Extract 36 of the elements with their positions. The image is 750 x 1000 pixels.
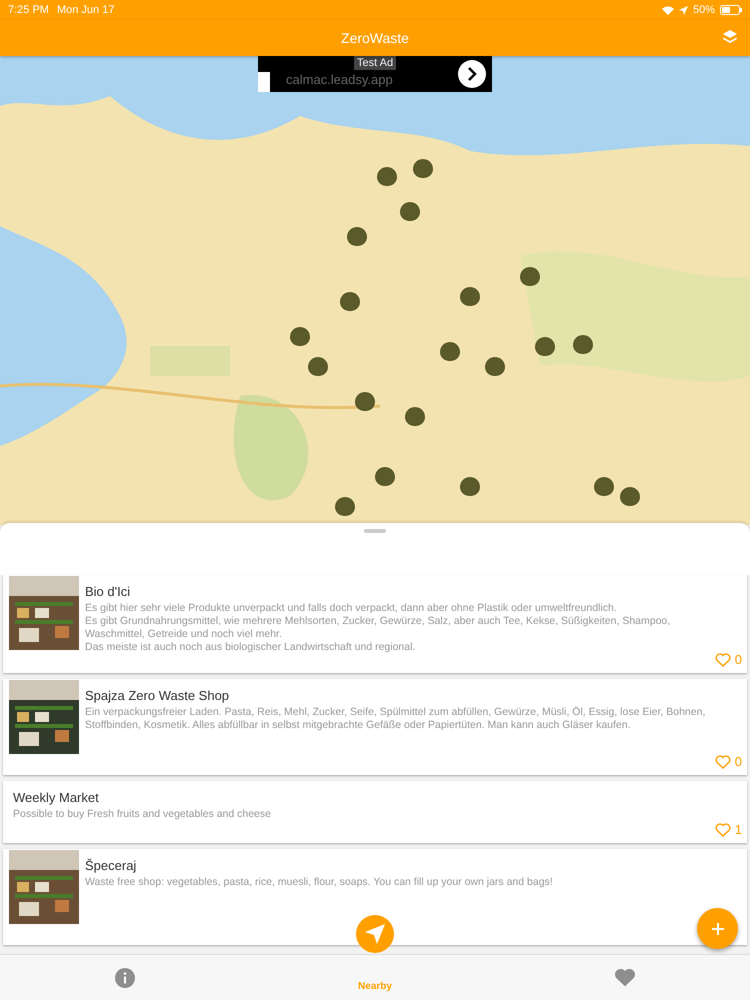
place-card[interactable] (3, 679, 747, 775)
place-name: Špeceraj (85, 858, 138, 873)
info-icon (115, 968, 135, 988)
place-name: Spajza Zero Waste Shop (85, 688, 230, 703)
status-time: 7:25 PM (8, 4, 49, 16)
battery-icon (720, 5, 742, 15)
place-card[interactable] (3, 575, 747, 673)
battery-level: 50% (692, 4, 715, 16)
heart-icon (614, 968, 636, 987)
heart-icon[interactable] (714, 652, 731, 666)
wifi-icon (662, 6, 674, 14)
ad-badge: Test Ad (354, 56, 396, 70)
place-description: Es gibt hier sehr viele Produkte unverpackt und falls doch verpackt, dann aber ohne Plastik oder umweltfreundlich. Es gibt Grundnahrungsmittel, wie mehrere Mehlsorten, Zucker, Gewürze, Salz, aber auch Tee, Kekse, Süßigkeiten, Shampoo, Waschmittel, Getreide und noch viel mehr. Das meiste ist auch noch aus biologischer Landwirtschaft und regional. (85, 602, 672, 654)
place-description: Possible to buy Fresh fruits and vegetables and cheese (13, 808, 272, 821)
place-description: Waste free shop: vegetables, pasta, rice, muesli, flour, soaps. You can fill up your own jars and bags! (85, 876, 554, 889)
place-name: Weekly Market (13, 790, 100, 805)
location-icon (678, 6, 688, 14)
app-title: ZeroWaste (341, 30, 409, 46)
heart-icon[interactable] (714, 754, 731, 768)
status-date: Mon Jun 17 (56, 4, 114, 16)
place-card[interactable]: Špeceraj Waste free shop: vegetables, pasta, rice, muesli, flour, soaps. You can fill up your own jars and bags! (3, 849, 747, 945)
place-description: Ein verpackungsfreier Laden. Pasta, Reis, Mehl, Zucker, Seife, Spülmittel zum abfüllen, Gewürze, Müsli, Öl, Essig, lose Eier, Bohnen, Stoffbinden, Kosmetik. Alles abfüllbar in selbst mitgebrachte Gefäße oder Papiertüten. Man kann auch Gläser kaufen. (85, 706, 706, 732)
sheet-handle[interactable] (364, 529, 386, 533)
ad-url: calmac.leadsy.app (286, 72, 393, 86)
like-count: 1 (734, 822, 742, 837)
ad-banner[interactable]: Test Ad calmac.leadsy.app (258, 56, 492, 92)
layers-icon[interactable] (722, 29, 738, 45)
place-name: Bio d'Ici (85, 584, 132, 599)
like-count: 0 (734, 652, 742, 667)
navigation-arrow-icon (364, 923, 386, 945)
place-card[interactable]: Weekly Market Possible to buy Fresh fruits and vegetables and cheese 1 (3, 781, 747, 843)
like-count: 0 (734, 754, 742, 769)
plus-icon (712, 922, 724, 934)
chevron-right-icon (466, 66, 478, 82)
ad-open-button[interactable] (458, 60, 486, 88)
heart-icon[interactable] (714, 822, 731, 836)
